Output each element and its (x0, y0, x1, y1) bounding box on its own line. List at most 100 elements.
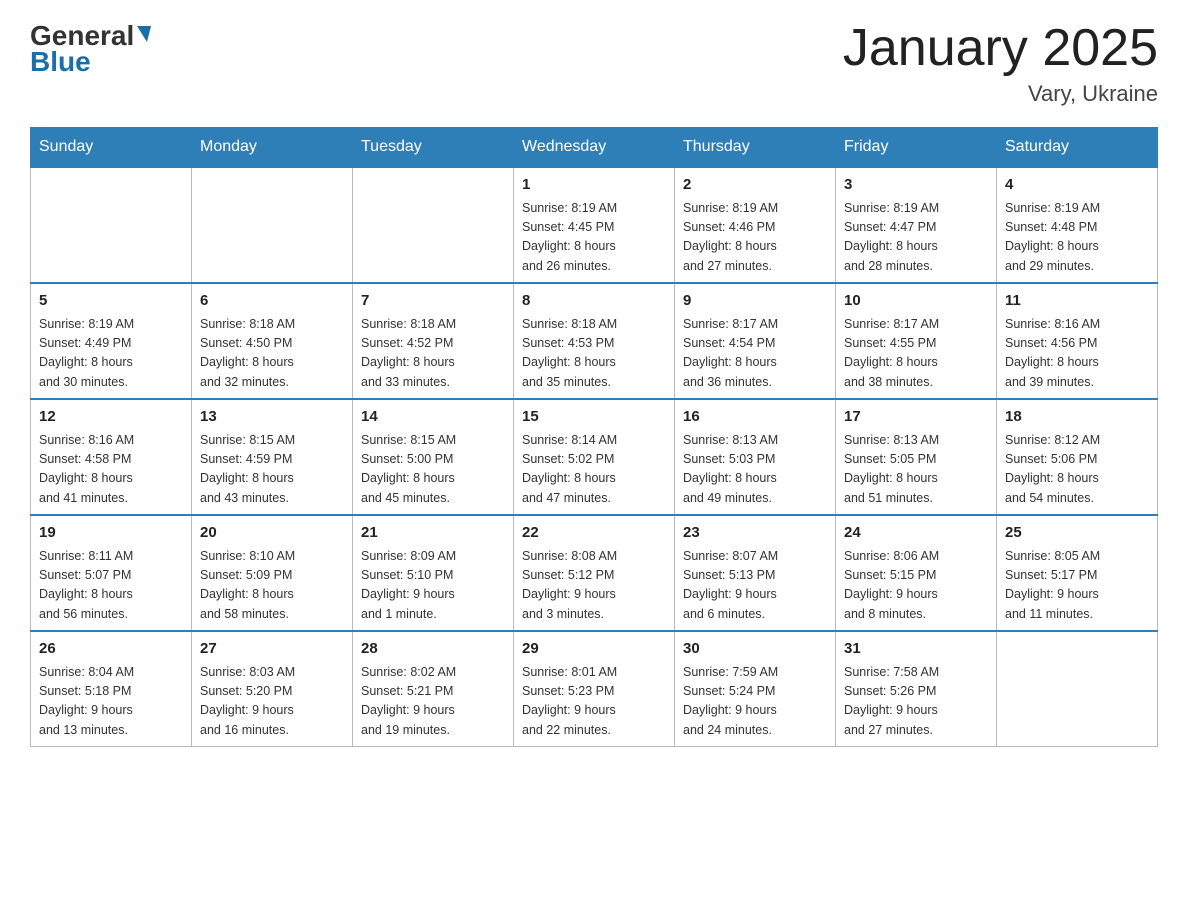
calendar-cell: 5Sunrise: 8:19 AMSunset: 4:49 PMDaylight… (31, 283, 192, 399)
day-info: Sunrise: 8:16 AMSunset: 4:56 PMDaylight:… (1005, 315, 1149, 393)
day-number: 14 (361, 406, 505, 429)
calendar-week-4: 19Sunrise: 8:11 AMSunset: 5:07 PMDayligh… (31, 515, 1158, 631)
day-info: Sunrise: 8:13 AMSunset: 5:05 PMDaylight:… (844, 431, 988, 509)
day-info: Sunrise: 8:07 AMSunset: 5:13 PMDaylight:… (683, 547, 827, 625)
day-info: Sunrise: 8:05 AMSunset: 5:17 PMDaylight:… (1005, 547, 1149, 625)
header-friday: Friday (836, 128, 997, 168)
day-number: 11 (1005, 290, 1149, 313)
calendar-week-3: 12Sunrise: 8:16 AMSunset: 4:58 PMDayligh… (31, 399, 1158, 515)
day-info: Sunrise: 8:06 AMSunset: 5:15 PMDaylight:… (844, 547, 988, 625)
day-info: Sunrise: 8:08 AMSunset: 5:12 PMDaylight:… (522, 547, 666, 625)
calendar-cell: 17Sunrise: 8:13 AMSunset: 5:05 PMDayligh… (836, 399, 997, 515)
day-number: 20 (200, 522, 344, 545)
calendar-cell: 20Sunrise: 8:10 AMSunset: 5:09 PMDayligh… (192, 515, 353, 631)
day-info: Sunrise: 8:17 AMSunset: 4:54 PMDaylight:… (683, 315, 827, 393)
logo-blue: Blue (30, 46, 151, 78)
day-info: Sunrise: 8:19 AMSunset: 4:46 PMDaylight:… (683, 199, 827, 277)
header-wednesday: Wednesday (514, 128, 675, 168)
day-number: 12 (39, 406, 183, 429)
day-info: Sunrise: 8:19 AMSunset: 4:48 PMDaylight:… (1005, 199, 1149, 277)
calendar-cell: 12Sunrise: 8:16 AMSunset: 4:58 PMDayligh… (31, 399, 192, 515)
day-number: 4 (1005, 174, 1149, 197)
day-info: Sunrise: 8:18 AMSunset: 4:52 PMDaylight:… (361, 315, 505, 393)
calendar-cell: 22Sunrise: 8:08 AMSunset: 5:12 PMDayligh… (514, 515, 675, 631)
day-info: Sunrise: 8:14 AMSunset: 5:02 PMDaylight:… (522, 431, 666, 509)
day-number: 23 (683, 522, 827, 545)
day-info: Sunrise: 8:02 AMSunset: 5:21 PMDaylight:… (361, 663, 505, 741)
calendar-cell: 8Sunrise: 8:18 AMSunset: 4:53 PMDaylight… (514, 283, 675, 399)
day-number: 1 (522, 174, 666, 197)
calendar-cell: 19Sunrise: 8:11 AMSunset: 5:07 PMDayligh… (31, 515, 192, 631)
day-info: Sunrise: 8:19 AMSunset: 4:45 PMDaylight:… (522, 199, 666, 277)
day-info: Sunrise: 7:58 AMSunset: 5:26 PMDaylight:… (844, 663, 988, 741)
day-number: 30 (683, 638, 827, 661)
calendar-cell: 1Sunrise: 8:19 AMSunset: 4:45 PMDaylight… (514, 167, 675, 283)
calendar-header-row: SundayMondayTuesdayWednesdayThursdayFrid… (31, 128, 1158, 168)
day-number: 24 (844, 522, 988, 545)
calendar-cell: 29Sunrise: 8:01 AMSunset: 5:23 PMDayligh… (514, 631, 675, 747)
day-info: Sunrise: 8:13 AMSunset: 5:03 PMDaylight:… (683, 431, 827, 509)
calendar-cell (31, 167, 192, 283)
calendar-cell: 28Sunrise: 8:02 AMSunset: 5:21 PMDayligh… (353, 631, 514, 747)
calendar-cell: 21Sunrise: 8:09 AMSunset: 5:10 PMDayligh… (353, 515, 514, 631)
header-tuesday: Tuesday (353, 128, 514, 168)
day-info: Sunrise: 8:16 AMSunset: 4:58 PMDaylight:… (39, 431, 183, 509)
calendar-cell (192, 167, 353, 283)
day-number: 15 (522, 406, 666, 429)
day-number: 6 (200, 290, 344, 313)
day-info: Sunrise: 8:17 AMSunset: 4:55 PMDaylight:… (844, 315, 988, 393)
calendar-cell (353, 167, 514, 283)
day-info: Sunrise: 8:03 AMSunset: 5:20 PMDaylight:… (200, 663, 344, 741)
day-number: 28 (361, 638, 505, 661)
calendar-cell: 6Sunrise: 8:18 AMSunset: 4:50 PMDaylight… (192, 283, 353, 399)
day-number: 25 (1005, 522, 1149, 545)
calendar-cell: 3Sunrise: 8:19 AMSunset: 4:47 PMDaylight… (836, 167, 997, 283)
day-number: 7 (361, 290, 505, 313)
calendar-cell: 14Sunrise: 8:15 AMSunset: 5:00 PMDayligh… (353, 399, 514, 515)
calendar-cell: 2Sunrise: 8:19 AMSunset: 4:46 PMDaylight… (675, 167, 836, 283)
day-info: Sunrise: 8:19 AMSunset: 4:47 PMDaylight:… (844, 199, 988, 277)
day-info: Sunrise: 8:18 AMSunset: 4:50 PMDaylight:… (200, 315, 344, 393)
day-number: 19 (39, 522, 183, 545)
calendar-subtitle: Vary, Ukraine (843, 81, 1158, 107)
header-saturday: Saturday (997, 128, 1158, 168)
day-number: 16 (683, 406, 827, 429)
day-info: Sunrise: 8:04 AMSunset: 5:18 PMDaylight:… (39, 663, 183, 741)
calendar-title: January 2025 (843, 20, 1158, 77)
day-info: Sunrise: 8:09 AMSunset: 5:10 PMDaylight:… (361, 547, 505, 625)
day-number: 18 (1005, 406, 1149, 429)
day-number: 21 (361, 522, 505, 545)
logo: General Blue (30, 20, 151, 78)
day-number: 26 (39, 638, 183, 661)
day-number: 13 (200, 406, 344, 429)
calendar-cell: 25Sunrise: 8:05 AMSunset: 5:17 PMDayligh… (997, 515, 1158, 631)
calendar-cell: 18Sunrise: 8:12 AMSunset: 5:06 PMDayligh… (997, 399, 1158, 515)
day-number: 2 (683, 174, 827, 197)
calendar-week-5: 26Sunrise: 8:04 AMSunset: 5:18 PMDayligh… (31, 631, 1158, 747)
page-header: General Blue January 2025 Vary, Ukraine (30, 20, 1158, 107)
calendar-cell: 30Sunrise: 7:59 AMSunset: 5:24 PMDayligh… (675, 631, 836, 747)
calendar-cell: 26Sunrise: 8:04 AMSunset: 5:18 PMDayligh… (31, 631, 192, 747)
day-info: Sunrise: 8:19 AMSunset: 4:49 PMDaylight:… (39, 315, 183, 393)
day-info: Sunrise: 8:01 AMSunset: 5:23 PMDaylight:… (522, 663, 666, 741)
calendar-week-1: 1Sunrise: 8:19 AMSunset: 4:45 PMDaylight… (31, 167, 1158, 283)
calendar-cell: 9Sunrise: 8:17 AMSunset: 4:54 PMDaylight… (675, 283, 836, 399)
header-sunday: Sunday (31, 128, 192, 168)
day-number: 10 (844, 290, 988, 313)
day-info: Sunrise: 8:10 AMSunset: 5:09 PMDaylight:… (200, 547, 344, 625)
day-info: Sunrise: 8:15 AMSunset: 5:00 PMDaylight:… (361, 431, 505, 509)
calendar-cell: 7Sunrise: 8:18 AMSunset: 4:52 PMDaylight… (353, 283, 514, 399)
day-number: 31 (844, 638, 988, 661)
day-number: 29 (522, 638, 666, 661)
calendar-table: SundayMondayTuesdayWednesdayThursdayFrid… (30, 127, 1158, 747)
calendar-cell: 31Sunrise: 7:58 AMSunset: 5:26 PMDayligh… (836, 631, 997, 747)
calendar-cell: 16Sunrise: 8:13 AMSunset: 5:03 PMDayligh… (675, 399, 836, 515)
header-thursday: Thursday (675, 128, 836, 168)
logo-arrow-icon (137, 26, 151, 42)
day-info: Sunrise: 8:18 AMSunset: 4:53 PMDaylight:… (522, 315, 666, 393)
title-section: January 2025 Vary, Ukraine (843, 20, 1158, 107)
day-info: Sunrise: 8:12 AMSunset: 5:06 PMDaylight:… (1005, 431, 1149, 509)
calendar-cell: 4Sunrise: 8:19 AMSunset: 4:48 PMDaylight… (997, 167, 1158, 283)
day-info: Sunrise: 8:11 AMSunset: 5:07 PMDaylight:… (39, 547, 183, 625)
calendar-cell: 27Sunrise: 8:03 AMSunset: 5:20 PMDayligh… (192, 631, 353, 747)
